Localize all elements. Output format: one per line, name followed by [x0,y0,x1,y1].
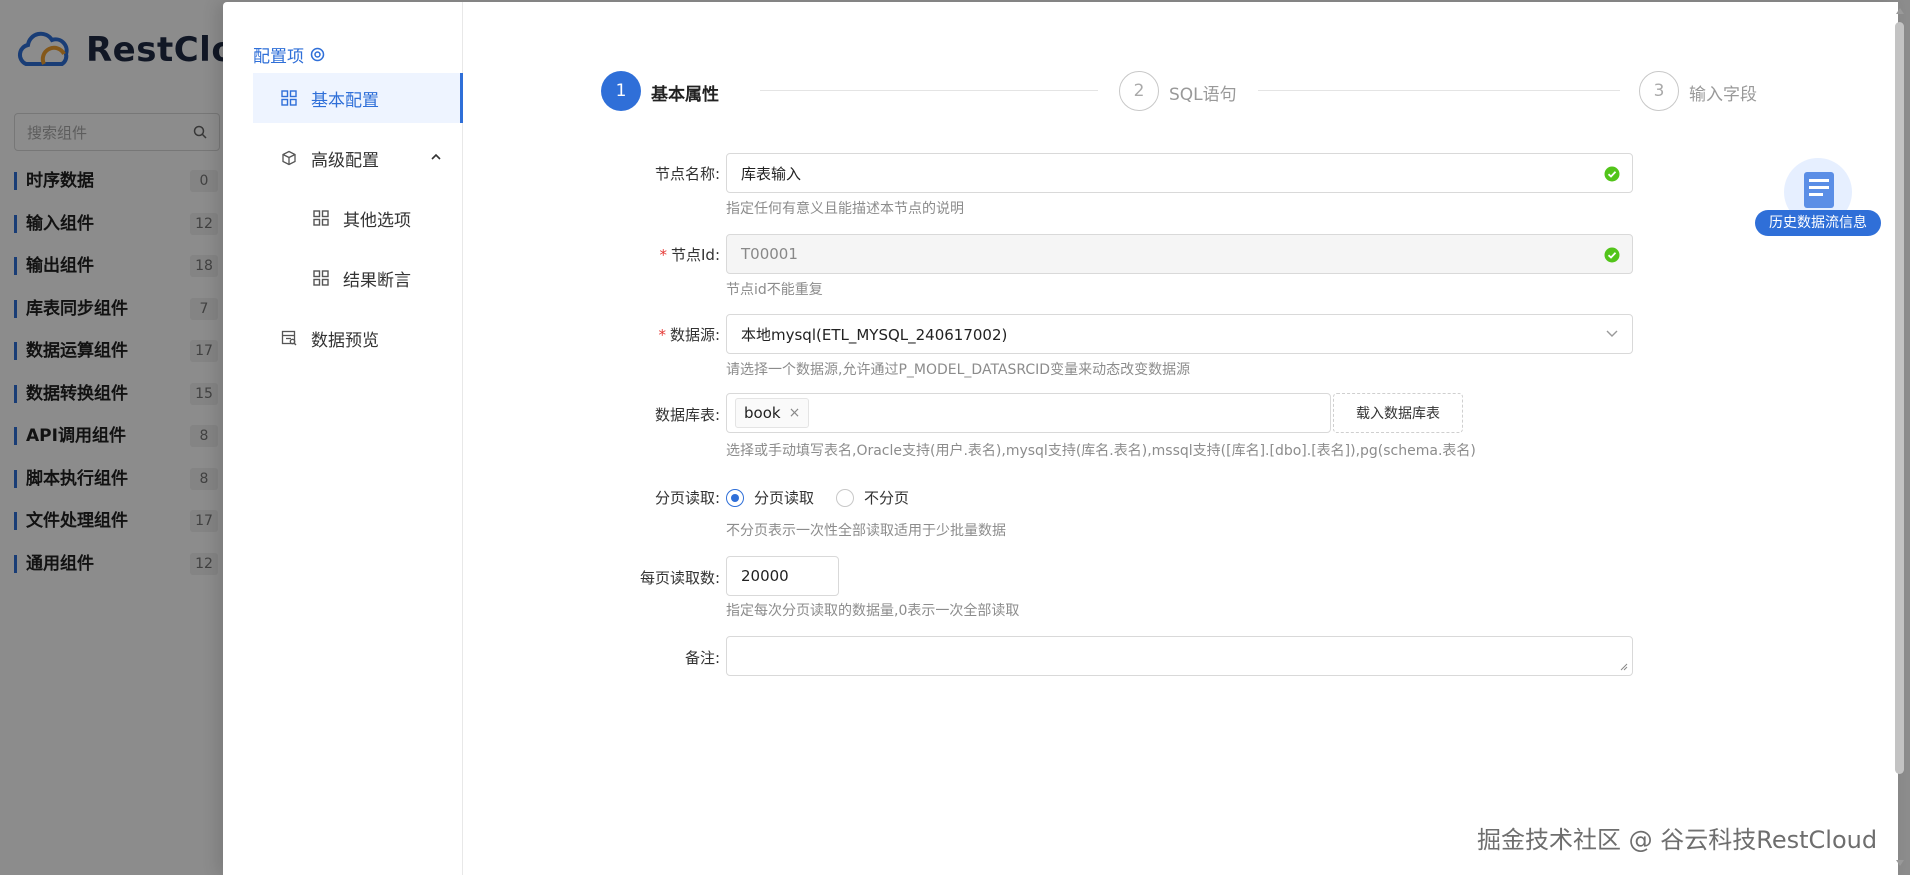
remark-textarea[interactable] [726,636,1633,676]
step-1-label[interactable]: 基本属性 [651,80,719,105]
drawer-scrollbar[interactable] [1895,22,1904,774]
chevron-down-icon [1606,330,1618,337]
datasource-select[interactable]: 本地mysql(ETL_MYSQL_240617002) [726,314,1633,354]
radio-dot [836,488,854,507]
step-connector [1258,90,1620,91]
config-nav: 配置项 基本配置 高级配置 其他选项 结果断言 数据预览 [223,2,463,875]
node-name-hint: 指定任何有意义且能描述本节点的说明 [726,201,964,217]
node-id-input[interactable]: T00001 [726,234,1633,274]
radio-dot [726,488,744,507]
paging-label: 分页读取: [654,489,720,507]
load-tables-button[interactable]: 载入数据库表 [1333,393,1463,433]
tag-close-icon[interactable]: × [789,405,801,421]
radio-paged[interactable]: 分页读取 [726,487,814,508]
nav-item-basic-config[interactable]: 基本配置 [253,73,463,123]
cube-icon [282,150,296,166]
step-2-label[interactable]: SQL语句 [1169,80,1237,105]
page-size-hint: 指定每次分页读取的数据量,0表示一次全部读取 [726,603,1020,619]
step-2-circle[interactable]: 2 [1119,71,1159,111]
nav-item-data-preview[interactable]: 数据预览 [253,313,463,363]
node-id-label: * 节点Id: [659,246,721,264]
grid-icon [281,90,297,106]
history-dataflow-button[interactable]: 历史数据流信息 [1755,210,1881,236]
target-icon [310,47,325,62]
radio-no-paging[interactable]: 不分页 [836,487,909,508]
node-name-label: 节点名称: [654,165,720,183]
resize-grip-icon[interactable] [1620,663,1628,671]
step-3-circle[interactable]: 3 [1639,71,1679,111]
tables-label: 数据库表: [654,406,720,424]
tables-hint: 选择或手动填写表名,Oracle支持(用户.表名),mysql支持(库名.表名)… [726,443,1476,459]
remark-label: 备注: [684,649,720,667]
step-connector [760,90,1098,91]
node-config-drawer [223,2,1898,875]
config-nav-title: 配置项 [253,42,325,67]
grid-icon [313,270,329,286]
watermark: 掘金技术社区 @ 谷云科技RestCloud [1477,826,1878,854]
datasource-label: * 数据源: [658,326,720,344]
nav-item-result-assertion[interactable]: 结果断言 [253,253,463,303]
chevron-up-icon[interactable] [431,152,441,162]
node-id-hint: 节点id不能重复 [726,282,823,298]
tables-tag-input[interactable]: book × [726,393,1331,433]
node-name-input[interactable]: 库表输入 [726,153,1633,193]
paging-hint: 不分页表示一次性全部读取适用于少批量数据 [726,523,1006,539]
step-3-label[interactable]: 输入字段 [1689,80,1757,105]
datasource-hint: 请选择一个数据源,允许通过P_MODEL_DATASRCID变量来动态改变数据源 [726,362,1191,378]
nav-item-advanced-config[interactable]: 高级配置 [253,133,463,183]
step-1-circle[interactable]: 1 [601,71,641,111]
page-size-input[interactable]: 20000 [726,556,839,596]
check-circle-icon [1604,166,1620,182]
table-tag: book × [735,398,810,428]
scroll-up-arrow-icon[interactable] [1896,8,1904,14]
page-size-label: 每页读取数: [639,569,720,587]
nav-item-other-options[interactable]: 其他选项 [253,193,463,243]
check-circle-icon [1604,247,1620,263]
grid-icon [313,210,329,226]
preview-table-icon [281,330,297,346]
scroll-down-arrow-icon[interactable] [1896,860,1904,866]
